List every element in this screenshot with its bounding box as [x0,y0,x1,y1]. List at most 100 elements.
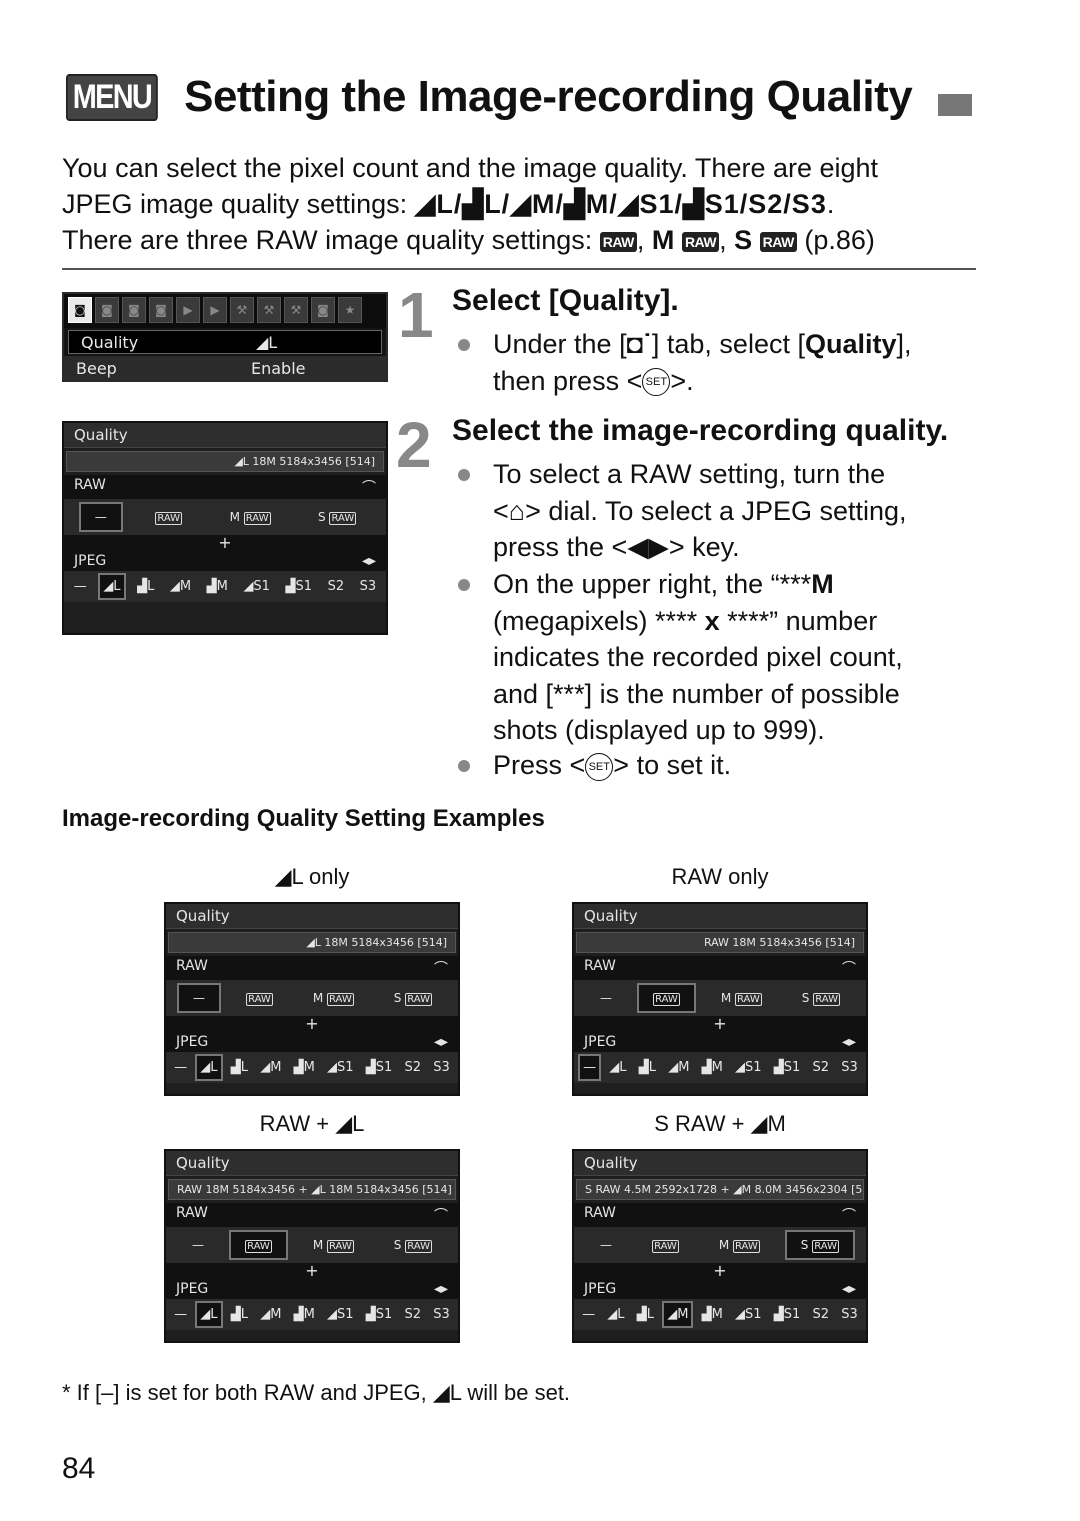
jpeg-option-2[interactable]: ▟L [227,1302,252,1327]
dial-icon: ⌒ [434,1208,448,1224]
raw-option-3[interactable]: S RAW [787,984,855,1012]
jpeg-option-0[interactable]: — [170,1302,191,1327]
raw-option-1[interactable]: RAW [637,1231,694,1259]
jpeg-option-8[interactable]: S3 [356,574,381,599]
jpeg-quality-icons: ◢L/▟L/◢M/▟M/◢S1/▟S1/S2/S3 [414,189,827,219]
tab-camera-4-icon[interactable]: ◙ [149,297,173,323]
tab-wrench-2-icon[interactable]: ⚒ [257,297,281,323]
jpeg-option-1[interactable]: ◢L [98,573,126,600]
dial-icon: ⌒ [434,961,448,977]
raw-option-0[interactable]: — [585,984,627,1012]
bullet-icon [458,760,470,772]
jpeg-option-2[interactable]: ▟L [635,1055,660,1080]
raw-option-2[interactable]: M RAW [706,984,777,1012]
jpeg-option-6[interactable]: ▟S1 [362,1302,397,1327]
example-caption: RAW + ◢L [259,1111,365,1136]
jpeg-option-4[interactable]: ▟M [698,1055,727,1080]
bullet-icon [458,579,470,591]
jpeg-option-3[interactable]: ◢M [256,1055,285,1080]
jpeg-option-3[interactable]: ◢M [662,1301,694,1328]
jpeg-option-4[interactable]: ▟M [290,1302,319,1327]
plus-sign: + [166,1263,458,1279]
intro-paragraph: You can select the pixel count and the i… [62,150,982,258]
raw-option-1[interactable]: RAW [637,983,696,1013]
jpeg-option-5[interactable]: ◢S1 [239,574,274,599]
quality-info: ◢L 18M 5184x3456 [514] [66,451,384,472]
raw-option-2[interactable]: M RAW [704,1231,775,1259]
raw-option-0[interactable]: — [177,983,222,1013]
jpeg-option-6[interactable]: ▟S1 [770,1055,805,1080]
menu-item-quality[interactable]: Quality ◢L [68,330,382,354]
raw-option-1[interactable]: RAW [229,1230,288,1260]
jpeg-option-2[interactable]: ▟L [133,574,158,599]
tab-camera-1-icon[interactable]: ◙ [68,297,92,323]
raw-option-3[interactable]: S RAW [784,1230,855,1260]
jpeg-option-2[interactable]: ▟L [227,1055,252,1080]
raw-option-0[interactable]: — [78,502,123,532]
jpeg-option-6[interactable]: ▟S1 [362,1055,397,1080]
tab-wrench-1-icon[interactable]: ⚒ [230,297,254,323]
raw-option-2[interactable]: M RAW [298,1231,369,1259]
raw-option-2[interactable]: M RAW [215,503,286,531]
jpeg-option-3[interactable]: ◢M [166,574,195,599]
jpeg-option-5[interactable]: ◢S1 [731,1302,766,1327]
jpeg-option-0[interactable]: — [578,1054,602,1081]
jpeg-option-7[interactable]: S2 [401,1055,426,1080]
jpeg-option-5[interactable]: ◢S1 [323,1055,358,1080]
jpeg-option-8[interactable]: S3 [837,1055,862,1080]
footnote: * If [–] is set for both RAW and JPEG, ◢… [62,1380,571,1405]
jpeg-option-0[interactable]: — [170,1055,191,1080]
jpeg-option-1[interactable]: ◢L [195,1301,223,1328]
raw-option-0[interactable]: — [585,1231,627,1259]
tab-camera-custom-icon[interactable]: ◙ [311,297,335,323]
jpeg-option-8[interactable]: S3 [429,1055,454,1080]
jpeg-option-5[interactable]: ◢S1 [731,1055,766,1080]
jpeg-option-0[interactable]: — [578,1302,599,1327]
jpeg-option-7[interactable]: S2 [809,1055,834,1080]
raw-option-1[interactable]: RAW [140,503,197,531]
dial-icon: ⌒ [842,1208,856,1224]
raw-option-3[interactable]: S RAW [379,984,447,1012]
jpeg-option-8[interactable]: S3 [429,1302,454,1327]
plus-sign: + [166,1016,458,1032]
plus-sign: + [574,1016,866,1032]
sraw-icon: RAW [759,231,797,252]
jpeg-option-3[interactable]: ◢M [664,1055,693,1080]
jpeg-option-6[interactable]: ▟S1 [770,1302,805,1327]
jpeg-option-4[interactable]: ▟M [698,1302,727,1327]
step-number-2: 2 [396,409,432,481]
raw-option-3[interactable]: S RAW [379,1231,447,1259]
jpeg-option-7[interactable]: S2 [809,1302,834,1327]
raw-option-2[interactable]: M RAW [298,984,369,1012]
tab-camera-2-icon[interactable]: ◙ [95,297,119,323]
raw-options: — RAW M RAW S RAW [64,499,386,535]
jpeg-option-4[interactable]: ▟M [290,1055,319,1080]
quality-screen-example-1: Quality ◢L 18M 5184x3456 [514] RAW ⌒ — RAW… [164,902,460,1096]
jpeg-option-3[interactable]: ◢M [256,1302,285,1327]
jpeg-option-1[interactable]: ◢L [603,1302,628,1327]
tab-play-1-icon[interactable]: ▶ [176,297,200,323]
jpeg-option-4[interactable]: ▟M [203,574,232,599]
raw-option-0[interactable]: — [177,1231,219,1259]
tab-play-2-icon[interactable]: ▶ [203,297,227,323]
tab-wrench-3-icon[interactable]: ⚒ [284,297,308,323]
step-2-bullet-2: On the upper right, the “***M (megapixel… [458,566,978,749]
plus-sign: + [64,535,386,551]
jpeg-option-6[interactable]: ▟S1 [282,574,317,599]
jpeg-option-1[interactable]: ◢L [605,1055,630,1080]
jpeg-option-7[interactable]: S2 [401,1302,426,1327]
raw-option-1[interactable]: RAW [231,984,288,1012]
page-header: MENU Setting the Image-recording Quality [66,72,973,122]
menu-item-beep[interactable]: Beep Enable [64,356,386,380]
jpeg-option-7[interactable]: S2 [324,574,349,599]
jpeg-option-1[interactable]: ◢L [195,1054,223,1081]
tab-star-icon[interactable]: ★ [338,297,362,323]
jpeg-option-5[interactable]: ◢S1 [323,1302,358,1327]
tab-camera-3-icon[interactable]: ◙ [122,297,146,323]
plus-sign: + [574,1263,866,1279]
jpeg-option-8[interactable]: S3 [837,1302,862,1327]
raw-option-3[interactable]: S RAW [303,503,371,531]
jpeg-options: — ◢L ▟L ◢M ▟M ◢S1 ▟S1 S2 S3 [166,1299,458,1330]
jpeg-option-2[interactable]: ▟L [633,1302,658,1327]
jpeg-option-0[interactable]: — [70,574,91,599]
